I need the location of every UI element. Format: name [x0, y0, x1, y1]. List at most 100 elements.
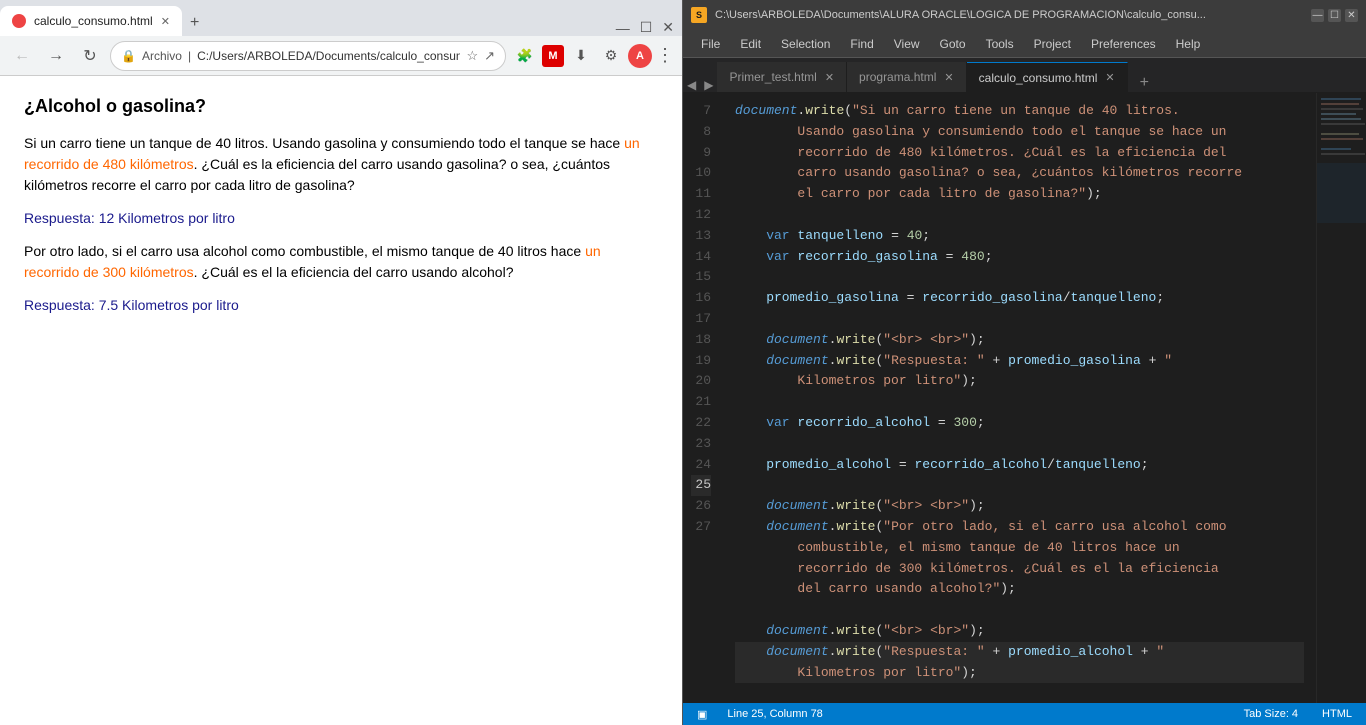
- browser-content: ¿Alcohol o gasolina? Si un carro tiene u…: [0, 76, 682, 725]
- new-tab-button[interactable]: +: [182, 10, 207, 36]
- editor-tab-calculo-label: calculo_consumo.html: [979, 71, 1098, 85]
- line-num-9: 9: [691, 143, 711, 164]
- editor-tab-primer-test[interactable]: Primer_test.html ✕: [717, 62, 847, 92]
- paragraph-1: Si un carro tiene un tanque de 40 litros…: [24, 133, 658, 196]
- menu-file[interactable]: File: [691, 33, 730, 55]
- forward-button[interactable]: →: [42, 42, 70, 70]
- answer-2: Respuesta: 7.5 Kilometros por litro: [24, 295, 658, 316]
- browser-tab-favicon: [12, 14, 26, 28]
- downloads-icon[interactable]: ⬇: [568, 43, 594, 69]
- editor-maximize-button[interactable]: ☐: [1328, 9, 1341, 22]
- status-indicator-icon[interactable]: ▣: [693, 708, 711, 721]
- more-options-button[interactable]: ⋮: [656, 45, 674, 66]
- highlight-recorrido-2: un recorrido de 300 kilómetros: [24, 243, 601, 280]
- line-num-17: 17: [691, 309, 711, 330]
- reload-button[interactable]: ↻: [76, 42, 104, 70]
- statusbar-left: ▣ Line 25, Column 78: [693, 708, 827, 721]
- statusbar-right: Tab Size: 4 HTML: [1240, 708, 1356, 720]
- extensions-icon[interactable]: 🧩: [512, 43, 538, 69]
- browser-tab-active[interactable]: calculo_consumo.html ✕: [0, 6, 182, 36]
- line-num-14: 14: [691, 247, 711, 268]
- line-num-19: 19: [691, 351, 711, 372]
- line-numbers: 7 8 9 10 11 12 13 14 15 16 17 18 19 20 2…: [683, 93, 723, 703]
- line-num-26: 26: [691, 496, 711, 517]
- menu-goto[interactable]: Goto: [930, 33, 976, 55]
- editor-tab-calculo[interactable]: calculo_consumo.html ✕: [967, 62, 1128, 92]
- editor-tab-programa[interactable]: programa.html ✕: [847, 62, 967, 92]
- editor-titlebar: S C:\Users\ARBOLEDA\Documents\ALURA ORAC…: [683, 0, 1366, 30]
- line-num-27: 27: [691, 517, 711, 538]
- line-num-13: 13: [691, 226, 711, 247]
- line-num-7: 7: [691, 101, 711, 122]
- editor-app-icon: S: [691, 7, 707, 23]
- code-area[interactable]: 7 8 9 10 11 12 13 14 15 16 17 18 19 20 2…: [683, 93, 1366, 703]
- browser-minimize-icon[interactable]: —: [612, 20, 634, 36]
- line-num-21: 21: [691, 392, 711, 413]
- answer-text-2: Respuesta: 7.5 Kilometros por litro: [24, 297, 239, 313]
- editor-window-controls: — ☐ ✕: [1311, 9, 1358, 22]
- profile-icon[interactable]: ⚙: [598, 43, 624, 69]
- menu-help[interactable]: Help: [1166, 33, 1211, 55]
- line-num-15: 15: [691, 267, 711, 288]
- browser-tab-close-icon[interactable]: ✕: [161, 15, 170, 28]
- line-num-12: 12: [691, 205, 711, 226]
- code-content[interactable]: document.write("Si un carro tiene un tan…: [723, 93, 1316, 703]
- browser-toolbar: ← → ↻ 🔒 Archivo | ☆ ↗ 🧩 M ⬇ ⚙ A ⋮: [0, 36, 682, 76]
- editor-tab-primer-test-close[interactable]: ✕: [825, 71, 834, 84]
- add-tab-button[interactable]: +: [1132, 74, 1157, 92]
- address-bar-container: 🔒 Archivo | ☆ ↗: [110, 41, 506, 71]
- menu-selection[interactable]: Selection: [771, 33, 840, 55]
- editor-tabs: ◀ ▶ Primer_test.html ✕ programa.html ✕ c…: [683, 58, 1366, 93]
- extension-m-icon[interactable]: M: [542, 45, 564, 67]
- browser-window-controls: — ☐ ✕: [612, 19, 682, 36]
- line-num-11: 11: [691, 184, 711, 205]
- paragraph-2: Por otro lado, si el carro usa alcohol c…: [24, 241, 658, 283]
- status-language[interactable]: HTML: [1318, 708, 1356, 720]
- browser-action-buttons: 🧩 M ⬇ ⚙ A ⋮: [512, 43, 674, 69]
- editor-title-path: C:\Users\ARBOLEDA\Documents\ALURA ORACLE…: [715, 9, 1303, 21]
- line-num-18: 18: [691, 330, 711, 351]
- page-heading: ¿Alcohol o gasolina?: [24, 96, 658, 117]
- browser-panel: calculo_consumo.html ✕ + — ☐ ✕ ← → ↻ 🔒 A…: [0, 0, 683, 725]
- menu-edit[interactable]: Edit: [730, 33, 771, 55]
- line-num-23: 23: [691, 434, 711, 455]
- address-input[interactable]: [197, 49, 460, 63]
- address-separator: |: [188, 49, 191, 63]
- answer-1: Respuesta: 12 Kilometros por litro: [24, 208, 658, 229]
- line-num-24: 24: [691, 455, 711, 476]
- highlight-recorrido-1: un recorrido de 480 kilómetros: [24, 135, 640, 172]
- browser-tab-title: calculo_consumo.html: [34, 14, 153, 28]
- tab-scroll-right-button[interactable]: ▶: [700, 78, 717, 92]
- editor-tab-calculo-close[interactable]: ✕: [1105, 71, 1114, 84]
- status-tab-size[interactable]: Tab Size: 4: [1240, 708, 1302, 720]
- answer-text-1: Respuesta: 12 Kilometros por litro: [24, 210, 235, 226]
- tab-scroll-buttons: ◀ ▶: [683, 78, 717, 92]
- menu-tools[interactable]: Tools: [976, 33, 1024, 55]
- editor-tab-programa-label: programa.html: [859, 70, 936, 84]
- line-num-20: 20: [691, 371, 711, 392]
- editor-minimize-button[interactable]: —: [1311, 9, 1324, 22]
- editor-close-button[interactable]: ✕: [1345, 9, 1358, 22]
- editor-panel: S C:\Users\ARBOLEDA\Documents\ALURA ORAC…: [683, 0, 1366, 725]
- editor-tab-primer-test-label: Primer_test.html: [729, 70, 816, 84]
- menu-view[interactable]: View: [884, 33, 930, 55]
- browser-close-icon[interactable]: ✕: [658, 19, 678, 36]
- menu-project[interactable]: Project: [1024, 33, 1081, 55]
- status-line-col[interactable]: Line 25, Column 78: [723, 708, 826, 720]
- browser-tabbar: calculo_consumo.html ✕ + — ☐ ✕: [0, 0, 682, 36]
- browser-maximize-icon[interactable]: ☐: [636, 19, 657, 36]
- tab-scroll-left-button[interactable]: ◀: [683, 78, 700, 92]
- back-button[interactable]: ←: [8, 42, 36, 70]
- line-num-22: 22: [691, 413, 711, 434]
- share-icon[interactable]: ↗: [484, 48, 495, 64]
- user-avatar[interactable]: A: [628, 44, 652, 68]
- line-num-16: 16: [691, 288, 711, 309]
- minimap: [1316, 93, 1366, 703]
- archivo-label: Archivo: [142, 49, 182, 63]
- editor-tab-programa-close[interactable]: ✕: [944, 71, 953, 84]
- editor-menubar: File Edit Selection Find View Goto Tools…: [683, 30, 1366, 58]
- menu-preferences[interactable]: Preferences: [1081, 33, 1166, 55]
- bookmark-icon[interactable]: ☆: [466, 48, 478, 64]
- line-num-25: 25: [691, 475, 711, 496]
- menu-find[interactable]: Find: [840, 33, 883, 55]
